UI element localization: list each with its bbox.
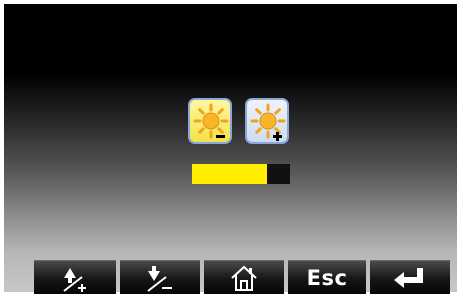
enter-button[interactable] (370, 260, 450, 294)
sun-plus-icon (250, 103, 286, 141)
home-icon (231, 265, 257, 291)
brightness-level-fill (192, 164, 268, 184)
brightness-level-bar (192, 164, 290, 184)
down-minus-button[interactable] (120, 260, 200, 294)
esc-button-label: Esc (306, 266, 348, 290)
brightness-increase-button[interactable] (245, 98, 289, 144)
device-screen: Esc (0, 0, 463, 296)
down-minus-icon (147, 266, 172, 292)
bottom-toolbar: Esc (4, 252, 463, 300)
home-button[interactable] (204, 260, 284, 294)
brightness-decrease-button[interactable] (188, 98, 232, 144)
sun-minus-icon (193, 103, 229, 139)
up-plus-button[interactable] (34, 260, 116, 294)
enter-arrow-icon (394, 268, 423, 288)
esc-button[interactable]: Esc (288, 260, 366, 294)
up-plus-icon (63, 268, 86, 292)
